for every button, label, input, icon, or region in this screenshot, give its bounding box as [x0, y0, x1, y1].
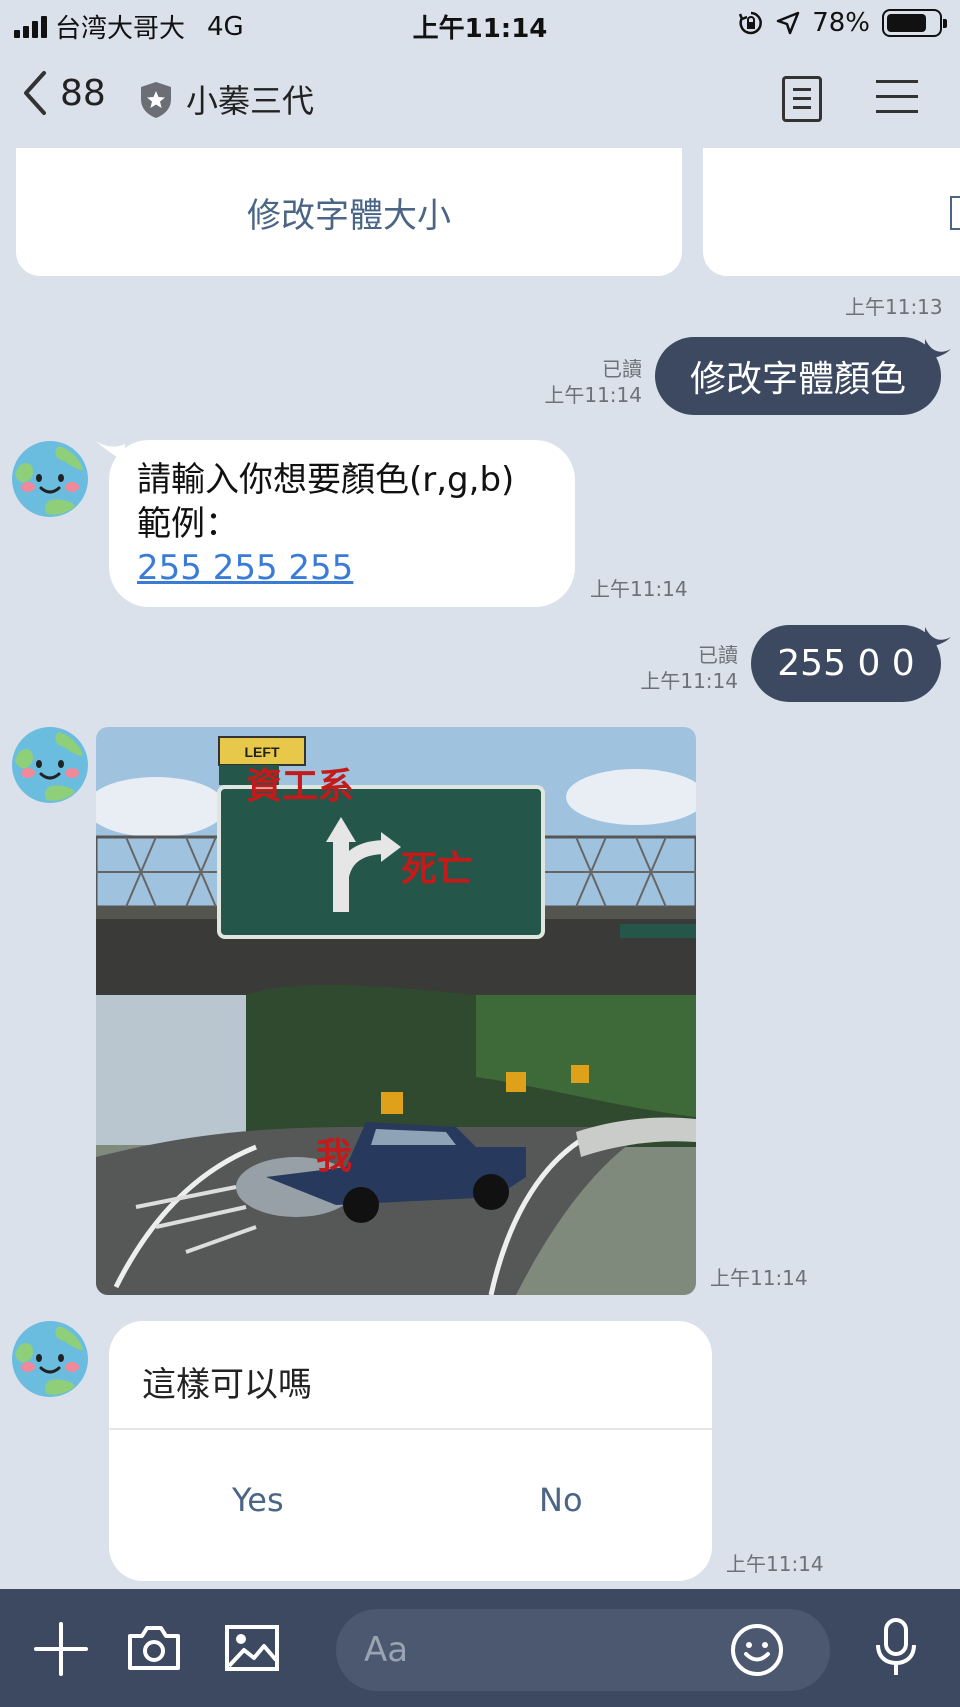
battery-icon	[882, 9, 947, 37]
divider	[109, 1428, 712, 1430]
carousel-card: 修改字體大小	[16, 148, 682, 276]
bubble-tail	[925, 627, 951, 647]
back-button[interactable]: 88	[22, 70, 106, 116]
input-bar	[0, 1589, 960, 1707]
meme-image[interactable]: LEFT 資工系 死亡 我	[96, 727, 696, 1295]
bot-avatar[interactable]	[11, 726, 89, 804]
bubble-tail	[95, 440, 125, 462]
plus-icon[interactable]	[34, 1622, 88, 1676]
message-line: 請輸入你想要顏色(r,g,b)	[137, 460, 515, 500]
status-right: 78%	[738, 8, 947, 38]
confirm-question: 這樣可以嗎	[142, 1365, 312, 1405]
message-timestamp: 上午11:14	[590, 577, 688, 601]
notes-button[interactable]	[782, 76, 822, 122]
battery-percent: 78%	[812, 8, 870, 38]
incoming-message[interactable]: 請輸入你想要顏色(r,g,b) 範例： 255 255 255	[95, 440, 575, 607]
message-input-box[interactable]	[336, 1609, 830, 1691]
location-arrow-icon	[776, 11, 800, 35]
microphone-icon[interactable]	[874, 1617, 918, 1679]
chat-title: 小蓁三代	[186, 82, 315, 120]
chat-header: 88 小蓁三代	[0, 50, 960, 146]
read-receipt: 已讀 上午11:14	[530, 356, 642, 408]
message-line: 範例：	[137, 504, 239, 544]
yes-button[interactable]: Yes	[232, 1481, 284, 1519]
chevron-left-icon	[24, 71, 46, 115]
change-font-size-action[interactable]: 修改字體大小	[247, 188, 451, 237]
image-icon[interactable]	[224, 1624, 280, 1672]
message-text: 255 0 0	[777, 643, 915, 684]
carousel-card-next[interactable]	[703, 148, 960, 276]
read-label: 已讀	[602, 357, 642, 381]
message-timestamp: 上午11:14	[726, 1552, 824, 1576]
unread-count: 88	[60, 72, 106, 114]
outgoing-message[interactable]: 修改字體顏色	[655, 337, 951, 415]
menu-button[interactable]	[876, 80, 918, 116]
message-text: 修改字體顏色	[689, 359, 906, 400]
bubble-tail	[925, 339, 951, 359]
status-bar: 台湾大哥大 4G 上午11:14 78%	[0, 0, 960, 50]
read-label: 已讀	[698, 643, 738, 667]
message-input[interactable]	[364, 1625, 704, 1675]
meme-label: 死亡	[401, 848, 474, 890]
no-button[interactable]: No	[539, 1481, 583, 1519]
battery-fill	[887, 14, 926, 32]
emoji-icon[interactable]	[730, 1623, 784, 1677]
message-timestamp: 上午11:14	[640, 669, 738, 693]
bot-avatar[interactable]	[11, 440, 89, 518]
read-receipt: 已讀 上午11:14	[628, 642, 738, 694]
camera-icon[interactable]	[126, 1624, 182, 1672]
rotation-lock-icon	[739, 11, 763, 35]
confirm-template: 這樣可以嗎 Yes No	[109, 1321, 712, 1581]
shield-icon	[141, 82, 171, 118]
message-timestamp: 上午11:14	[710, 1266, 808, 1290]
meme-label: 資工系	[246, 765, 355, 807]
example-link[interactable]: 255 255 255	[137, 546, 547, 590]
message-timestamp: 上午11:14	[544, 383, 642, 407]
bot-avatar[interactable]	[11, 1320, 89, 1398]
outgoing-message[interactable]: 255 0 0	[751, 625, 951, 702]
meme-label: 我	[316, 1135, 353, 1177]
message-timestamp: 上午11:13	[845, 295, 943, 319]
meme-picture: LEFT	[96, 727, 696, 1295]
